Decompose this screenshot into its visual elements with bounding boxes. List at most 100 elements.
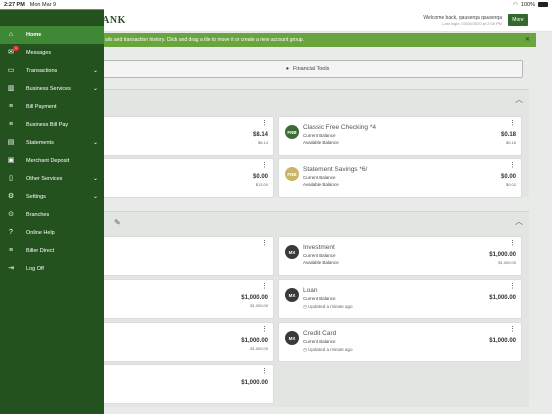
collapse-chevron-icon[interactable]: ︿	[515, 94, 523, 105]
current-balance-label: Current Balance	[303, 253, 336, 258]
status-bar: 2:27 PM Mon Mar 9 ◠ 100%	[0, 0, 552, 9]
sidebar-item-online-help[interactable]: ? Online Help	[0, 224, 104, 242]
current-balance-value: $0.00	[500, 174, 516, 180]
banner-close-icon[interactable]: ✕	[525, 36, 530, 43]
account-card[interactable]: ⋮ FNB Classic Free Checking *4 Current Bala…	[278, 116, 522, 156]
sidebar-item-business-services[interactable]: ▥ Business Services ⌄	[0, 80, 104, 98]
institution-avatar: FNB	[285, 167, 299, 181]
current-balance-value: $1,000.00	[241, 295, 268, 301]
edit-group-icon[interactable]: ✎	[114, 218, 121, 227]
unread-badge: 1	[13, 46, 19, 51]
more-options-icon[interactable]: ⋮	[509, 283, 516, 290]
available-balance-value: $0.02	[505, 182, 516, 187]
current-balance-value: $1,000.00	[489, 252, 516, 258]
sidebar-item-merchant-deposit[interactable]: ▣ Merchant Deposit	[0, 152, 104, 170]
sidebar-item-label: Log Off	[26, 266, 44, 272]
sidebar-item-business-bill-pay[interactable]: ≡ Business Bill Pay	[0, 116, 104, 134]
sidebar-item-messages[interactable]: ✉ 1 Messages	[0, 44, 104, 62]
more-options-icon[interactable]: ⋮	[261, 240, 268, 247]
current-balance-value: $1,000.00	[489, 295, 516, 301]
piggy-bank-icon: ●	[285, 66, 290, 72]
available-balance-label: Available Balance	[303, 182, 339, 187]
sidebar-item-label: Bill Payment	[26, 104, 57, 110]
list-icon: ≡	[8, 247, 14, 254]
current-balance-value: $1,000.00	[241, 338, 268, 344]
more-options-icon[interactable]: ⋮	[509, 162, 516, 169]
institution-avatar: MX	[285, 331, 299, 345]
account-card[interactable]: ⋮ MX Loan Current Balance ◷ Updated a minute…	[278, 279, 522, 319]
more-button[interactable]: More	[508, 14, 528, 26]
financial-tools-button[interactable]: ● Financial Tools	[92, 60, 523, 78]
sidebar-item-label: Messages	[26, 50, 52, 56]
wifi-icon: ◠	[513, 1, 518, 8]
battery-percent: 100%	[520, 1, 535, 8]
logout-icon: ⇥	[8, 265, 14, 272]
sidebar-item-bill-payment[interactable]: ≡ Bill Payment	[0, 98, 104, 116]
last-login-text: Last login: 03/09/2020 at 2:08 PM	[442, 21, 502, 26]
more-options-icon[interactable]: ⋮	[509, 120, 516, 127]
status-date: Mon Mar 9	[29, 1, 57, 8]
available-balance-value: $13.00	[255, 182, 268, 187]
chevron-down-icon: ⌄	[92, 194, 98, 200]
institution-avatar: MX	[285, 245, 299, 259]
institution-avatar: FNB	[285, 125, 299, 139]
account-name: Loan	[303, 287, 318, 294]
updated-status: ◷ Updated a minute ago	[303, 304, 353, 309]
sidebar-item-biller-direct[interactable]: ≡ Biller Direct	[0, 242, 104, 260]
sidebar-item-label: Online Help	[26, 230, 55, 236]
account-name: Credit Card	[303, 330, 337, 337]
location-pin-icon: ⊙	[8, 211, 14, 218]
updated-status: ◷ Updated a minute ago	[303, 347, 353, 352]
account-card[interactable]: ⋮ MX Credit Card Current Balance ◷ Updated a…	[278, 322, 522, 362]
sidebar-item-label: Settings	[26, 194, 46, 200]
sidebar-item-home[interactable]: ⌂ Home	[0, 26, 104, 44]
document-icon: ▤	[7, 139, 15, 146]
sidebar-item-other-services[interactable]: ▯ Other Services ⌄	[0, 170, 104, 188]
account-group-2: ︿ ✎ ⋮ger⋮MXInvestmentCurrent BalanceAvai…	[0, 211, 529, 407]
current-balance-value: $8.14	[252, 132, 268, 138]
current-balance-value: $1,000.00	[489, 338, 516, 344]
account-name: Investment	[303, 244, 335, 251]
account-card[interactable]: ⋮ FNB Statement Savings *6/Current Balance…	[278, 158, 522, 198]
current-balance-label: Current Balance	[303, 133, 336, 138]
available-balance-label: Available Balance	[303, 260, 339, 265]
financial-tools-label: Financial Tools	[293, 66, 330, 72]
gear-icon: ⚙	[7, 193, 15, 200]
sidebar-item-settings[interactable]: ⚙ Settings ⌄	[0, 188, 104, 206]
sidebar-item-label: Transactions	[26, 68, 58, 74]
sidebar-item-branches[interactable]: ⊙ Branches	[0, 206, 104, 224]
sidebar-item-label: Business Services	[26, 86, 71, 92]
chevron-down-icon: ⌄	[92, 140, 98, 146]
more-options-icon[interactable]: ⋮	[509, 240, 516, 247]
sidebar-item-label: Biller Direct	[26, 248, 55, 254]
more-options-icon[interactable]: ⋮	[509, 326, 516, 333]
more-options-icon[interactable]: ⋮	[261, 120, 268, 127]
more-options-icon[interactable]: ⋮	[261, 368, 268, 375]
sidebar-item-label: Branches	[26, 212, 50, 218]
banner-text: ails and transaction history. Click and …	[105, 37, 304, 43]
account-name: Classic Free Checking *4	[303, 124, 376, 131]
sidebar-item-transactions[interactable]: ▭ Transactions ⌄	[0, 62, 104, 80]
sidebar-item-label: Statements	[26, 140, 54, 146]
welcome-block: Welcome back, qauserqa qauserqa Last log…	[423, 15, 502, 27]
available-balance-value: $0.16	[505, 140, 516, 145]
more-options-icon[interactable]: ⋮	[261, 162, 268, 169]
current-balance-value: $1,000.00	[241, 380, 268, 386]
collapse-chevron-icon[interactable]: ︿	[515, 216, 523, 227]
battery-icon	[538, 2, 548, 7]
current-balance-label: Current Balance	[303, 339, 336, 344]
account-name: Statement Savings *6/	[303, 166, 368, 173]
available-balance-value: $1,000.00	[498, 260, 516, 265]
account-card[interactable]: ⋮ MX Investment Current Balance Available Ba…	[278, 236, 522, 276]
more-options-icon[interactable]: ⋮	[261, 326, 268, 333]
sidebar-item-statements[interactable]: ▤ Statements ⌄	[0, 134, 104, 152]
available-balance-value: $8.14	[257, 140, 268, 145]
list-icon: ≡	[8, 103, 14, 110]
sidebar-item-label: Merchant Deposit	[26, 158, 70, 164]
status-time: 2:27 PM	[4, 1, 25, 8]
current-balance-label: Current Balance	[303, 296, 336, 301]
more-options-icon[interactable]: ⋮	[261, 283, 268, 290]
chevron-down-icon: ⌄	[92, 176, 98, 182]
sidebar-item-label: Other Services	[26, 176, 63, 182]
sidebar-item-log-off[interactable]: ⇥ Log Off	[0, 260, 104, 278]
